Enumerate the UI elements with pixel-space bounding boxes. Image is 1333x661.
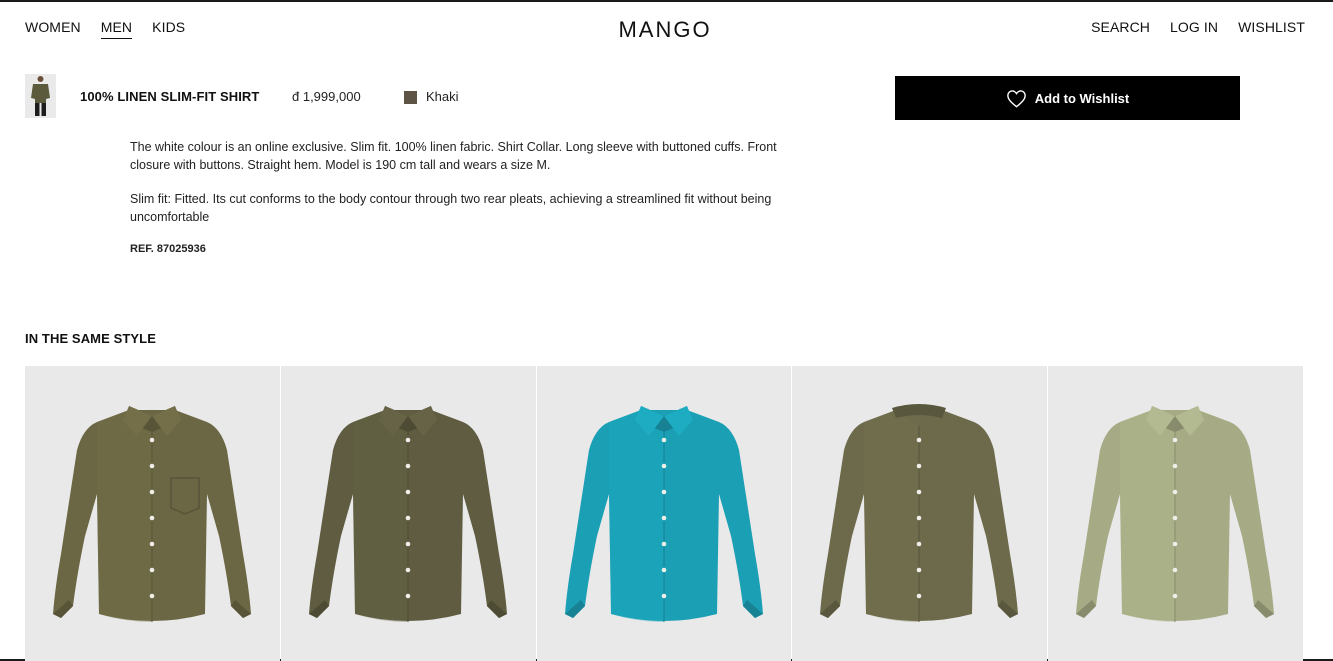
nav-women[interactable]: WOMEN	[25, 19, 81, 39]
fit-paragraph: Slim fit: Fitted. Its cut conforms to th…	[130, 192, 772, 224]
product-thumbnail[interactable]	[25, 74, 56, 118]
wishlist-label: Add to Wishlist	[1034, 90, 1130, 106]
heart-icon	[1006, 89, 1026, 108]
mango-logo[interactable]: MANGO	[614, 16, 716, 42]
nav-men[interactable]: MEN	[100, 19, 133, 39]
product-card[interactable]	[280, 366, 536, 661]
main-nav: WOMEN MEN KIDS	[25, 19, 185, 39]
logo-text: MANGO	[618, 17, 711, 42]
product-name: 100% LINEN SLIM-FIT SHIRT	[80, 89, 260, 104]
product-card[interactable]	[25, 366, 280, 661]
shirt-image	[53, 406, 251, 622]
shirt-image	[820, 404, 1019, 622]
product-card[interactable]	[1048, 366, 1303, 661]
nav-login[interactable]: LOG IN	[1170, 19, 1218, 38]
description-paragraph: The white colour is an online exclusive.…	[130, 140, 777, 172]
site-header: WOMEN MEN KIDS MANGO SEARCH LOG IN WISHL…	[0, 2, 1333, 58]
color-swatch[interactable]	[404, 91, 417, 104]
nav-wishlist[interactable]: WISHLIST	[1238, 19, 1305, 38]
model-image	[25, 74, 56, 118]
user-nav: SEARCH LOG IN WISHLIST	[1091, 19, 1305, 38]
product-card[interactable]	[792, 366, 1048, 661]
same-style-title: IN THE SAME STYLE	[25, 331, 156, 346]
shirt-image	[564, 406, 763, 622]
nav-search[interactable]: SEARCH	[1091, 19, 1150, 38]
shirt-image	[308, 406, 507, 622]
same-style-carousel	[25, 366, 1303, 661]
color-name: Khaki	[426, 89, 459, 104]
product-card[interactable]	[536, 366, 792, 661]
product-description: The white colour is an online exclusive.…	[130, 138, 802, 258]
nav-kids[interactable]: KIDS	[152, 19, 185, 39]
product-sticky-bar: 100% LINEN SLIM-FIT SHIRT đ 1,999,000 Kh…	[0, 74, 1333, 122]
product-price: đ 1,999,000	[292, 89, 361, 104]
shirt-image	[1076, 406, 1275, 622]
add-to-wishlist-button[interactable]: Add to Wishlist	[895, 76, 1240, 120]
product-reference: REF. 87025936	[130, 243, 206, 255]
